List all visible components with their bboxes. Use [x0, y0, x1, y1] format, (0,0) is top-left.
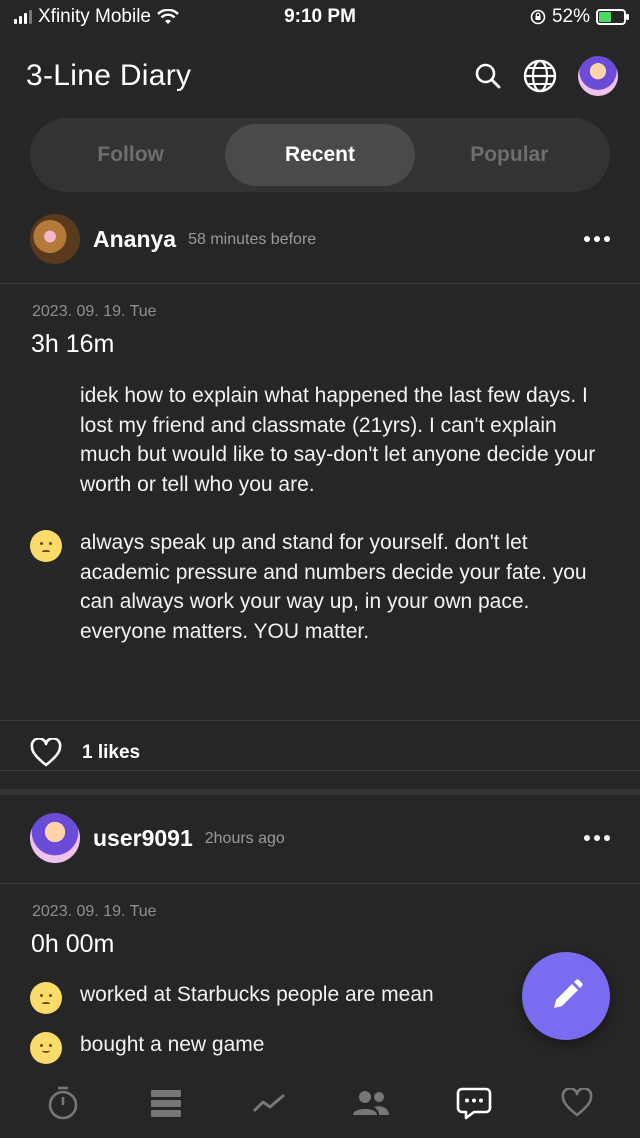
feed-tabs: Follow Recent Popular	[30, 118, 610, 192]
app-header: 3-Line Diary	[26, 48, 618, 104]
profile-avatar[interactable]	[578, 56, 618, 96]
search-button[interactable]	[474, 62, 502, 90]
carrier-name: Xfinity Mobile	[38, 6, 151, 27]
nav-stats[interactable]	[239, 1073, 299, 1133]
likes-count: 1 likes	[82, 742, 141, 763]
entry-text: worked at Starbucks people are mean	[80, 983, 434, 1006]
post-date: 2023. 09. 19. Tue	[32, 303, 157, 320]
post-username[interactable]: Ananya	[93, 226, 176, 253]
entry-text: bought a new game	[80, 1033, 265, 1056]
tab-follow[interactable]: Follow	[36, 124, 225, 186]
post-duration: 3h 16m	[31, 330, 115, 358]
post-duration: 0h 00m	[31, 930, 115, 958]
divider	[0, 770, 640, 771]
list-icon	[150, 1090, 181, 1117]
status-bar: Xfinity Mobile 9:10 PM 52%	[0, 0, 640, 34]
nav-likes[interactable]	[547, 1073, 607, 1133]
post-header: user9091 2hours ago	[30, 813, 610, 863]
tab-recent[interactable]: Recent	[225, 124, 415, 186]
entry-text: always speak up and stand for yourself. …	[80, 531, 587, 643]
sad-face-icon	[30, 982, 64, 1016]
avatar[interactable]	[30, 813, 80, 863]
heart-icon[interactable]	[30, 738, 62, 768]
pencil-icon	[554, 979, 583, 1008]
nav-feed[interactable]	[444, 1073, 504, 1133]
clock: 9:10 PM	[284, 6, 356, 27]
post-username[interactable]: user9091	[93, 825, 193, 852]
diary-entry: idek how to explain what happened the la…	[30, 381, 610, 499]
chart-icon	[252, 1093, 285, 1113]
nav-timer[interactable]	[33, 1073, 93, 1133]
timer-icon	[49, 1086, 78, 1120]
write-diary-button[interactable]	[522, 952, 610, 1040]
sad-face-icon	[30, 530, 64, 564]
app-title: 3-Line Diary	[26, 59, 192, 92]
language-button[interactable]	[522, 58, 558, 94]
post-time: 2hours ago	[204, 830, 285, 847]
avatar[interactable]	[30, 214, 80, 264]
orientation-lock-icon	[530, 9, 546, 25]
search-icon	[475, 63, 501, 89]
section-separator	[0, 789, 640, 795]
post-date: 2023. 09. 19. Tue	[32, 903, 157, 920]
globe-icon	[523, 59, 557, 93]
entry-text: idek how to explain what happened the la…	[80, 384, 596, 496]
heart-icon	[561, 1088, 593, 1117]
bottom-navigation	[0, 1068, 640, 1138]
diary-entry: always speak up and stand for yourself. …	[30, 528, 610, 646]
wifi-icon	[157, 9, 179, 24]
chat-icon	[456, 1087, 492, 1120]
diary-entry: bought a new game	[30, 1030, 610, 1066]
happy-face-icon	[30, 1032, 64, 1066]
divider	[0, 720, 640, 721]
cellular-signal-icon	[14, 10, 32, 24]
nav-friends[interactable]	[341, 1073, 401, 1133]
battery-percent: 52%	[551, 6, 590, 27]
divider	[0, 283, 640, 284]
likes-row: 1 likes	[30, 738, 140, 768]
divider	[0, 883, 640, 884]
nav-list[interactable]	[136, 1073, 196, 1133]
more-options-icon[interactable]	[584, 236, 610, 242]
battery-icon	[596, 9, 629, 25]
tab-popular[interactable]: Popular	[415, 124, 604, 186]
post-header: Ananya 58 minutes before	[30, 214, 610, 264]
more-options-icon[interactable]	[584, 835, 610, 841]
people-icon	[353, 1091, 390, 1115]
post-time: 58 minutes before	[188, 231, 317, 248]
